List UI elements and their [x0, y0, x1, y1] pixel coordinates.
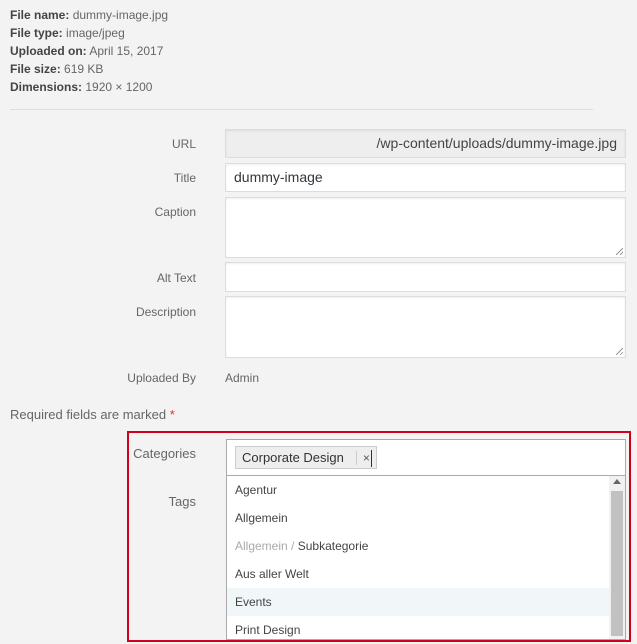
dimensions-row: Dimensions: 1920 × 1200: [10, 80, 153, 94]
file-name-value: dummy-image.jpg: [72, 8, 169, 22]
uploaded-on-row: Uploaded on: April 15, 2017: [10, 44, 164, 58]
title-label: Title: [173, 171, 196, 185]
alt-text-label: Alt Text: [156, 271, 196, 285]
file-size-value: 619 KB: [64, 62, 104, 76]
file-details: File name: dummy-image.jpg File type: im…: [10, 6, 168, 96]
alt-text-input[interactable]: [225, 262, 626, 292]
caption-textarea[interactable]: [225, 197, 626, 258]
divider: [10, 109, 593, 110]
uploaded-by-label: Uploaded By: [127, 371, 196, 385]
resize-grip-icon[interactable]: [616, 348, 623, 355]
resize-grip-icon[interactable]: [616, 248, 623, 255]
file-type-value: image/jpeg: [66, 26, 125, 40]
description-textarea[interactable]: [225, 296, 626, 358]
caption-label: Caption: [154, 205, 196, 219]
description-label: Description: [135, 305, 196, 319]
file-name-row: File name: dummy-image.jpg: [10, 8, 169, 22]
uploaded-by-value: Admin: [225, 371, 260, 385]
dimensions-value: 1920 × 1200: [85, 80, 153, 94]
file-type-row: File type: image/jpeg: [10, 26, 125, 40]
highlight-frame: [127, 431, 631, 642]
uploaded-on-value: April 15, 2017: [89, 44, 164, 58]
title-input[interactable]: dummy-image: [225, 163, 626, 192]
url-field[interactable]: /wp-content/uploads/dummy-image.jpg: [225, 129, 626, 158]
file-size-row: File size: 619 KB: [10, 62, 104, 76]
required-note: Required fields are marked *: [10, 407, 175, 422]
required-star: *: [169, 407, 175, 422]
url-label: URL: [171, 137, 196, 151]
